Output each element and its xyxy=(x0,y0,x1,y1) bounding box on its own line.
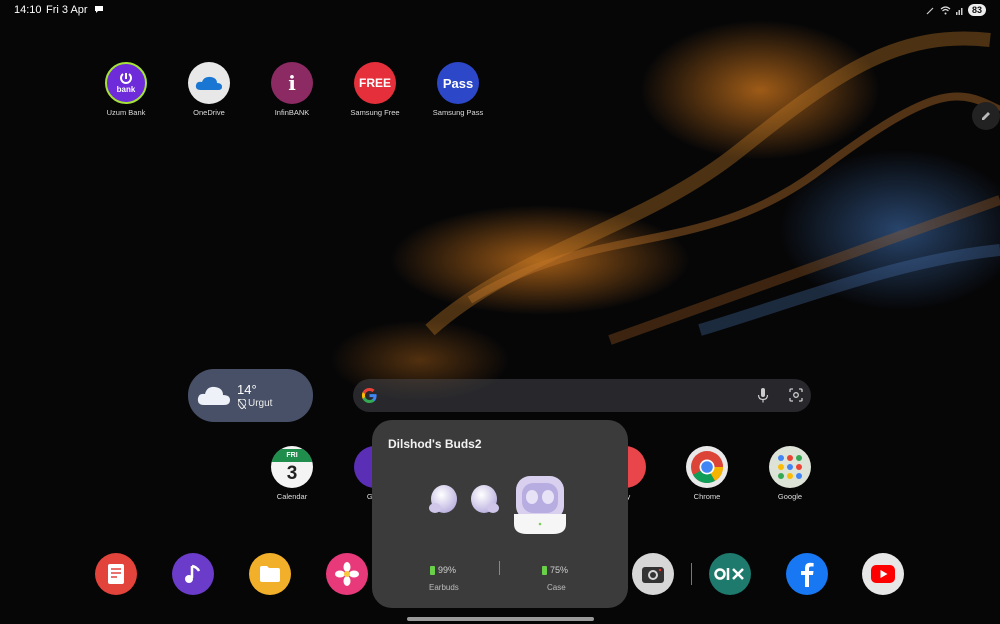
app-samsung-free[interactable]: FREE Samsung Free xyxy=(335,62,415,117)
google-folder-icon xyxy=(769,446,811,488)
onedrive-icon xyxy=(188,62,230,104)
app-chrome[interactable]: Chrome xyxy=(667,446,747,501)
cloud-icon xyxy=(197,386,230,405)
app-label: Samsung Pass xyxy=(432,108,484,117)
app-calendar[interactable]: FRI 3 Calendar xyxy=(252,446,332,501)
camera-icon xyxy=(642,567,664,583)
app-label: Google xyxy=(777,492,803,501)
battery-icon xyxy=(542,565,547,575)
uzum-bank-icon: bank xyxy=(105,62,147,104)
signal-icon xyxy=(955,7,963,15)
google-search-bar[interactable] xyxy=(353,379,811,412)
dock-gallery[interactable] xyxy=(326,553,368,595)
case-battery: 75% xyxy=(542,565,568,575)
app-label: Uzum Bank xyxy=(106,108,146,117)
app-label: Chrome xyxy=(693,492,721,501)
clock: 14:10 xyxy=(14,4,42,16)
samsung-free-icon: FREE xyxy=(354,62,396,104)
app-onedrive[interactable]: OneDrive xyxy=(169,62,249,117)
lens-icon[interactable] xyxy=(789,388,803,402)
app-samsung-pass[interactable]: Pass Samsung Pass xyxy=(418,62,498,117)
dock-notes[interactable] xyxy=(95,553,137,595)
youtube-icon xyxy=(871,565,895,583)
dock-my-files[interactable] xyxy=(249,553,291,595)
location-off-icon xyxy=(238,399,246,409)
status-bar: 14:10 Fri 3 Apr 83 xyxy=(0,0,1000,22)
popup-title: Dilshod's Buds2 xyxy=(388,437,482,451)
app-infinbank[interactable]: i InfinBANK xyxy=(252,62,332,117)
earbuds-battery: 99% xyxy=(430,565,456,575)
popup-divider xyxy=(499,561,500,575)
notes-icon xyxy=(108,564,124,584)
dock-olx[interactable] xyxy=(709,553,751,595)
dock-youtube[interactable] xyxy=(862,553,904,595)
pen-icon xyxy=(926,7,934,14)
facebook-icon xyxy=(801,562,814,587)
pencil-icon xyxy=(982,112,990,120)
buds-battery-popup[interactable]: Dilshod's Buds2 99% Earbuds 75% Case xyxy=(372,420,628,608)
samsung-pass-icon: Pass xyxy=(437,62,479,104)
app-google-folder[interactable]: Google xyxy=(750,446,830,501)
weather-widget[interactable]: 14° Urgut xyxy=(188,369,313,422)
app-label: OneDrive xyxy=(193,108,225,117)
app-label: Samsung Free xyxy=(350,108,400,117)
earbuds-label: Earbuds xyxy=(429,583,459,592)
google-g-icon xyxy=(361,387,377,404)
chrome-icon xyxy=(686,446,728,488)
olx-icon xyxy=(714,568,744,580)
app-label: InfinBANK xyxy=(274,108,310,117)
charging-case-image xyxy=(514,476,566,534)
battery-indicator: 83 xyxy=(967,4,986,16)
dock-music[interactable] xyxy=(172,553,214,595)
date: Fri 3 Apr xyxy=(46,4,88,16)
earbuds-image xyxy=(429,485,499,513)
dock-camera[interactable] xyxy=(632,553,674,595)
home-indicator[interactable] xyxy=(407,617,594,621)
infinbank-icon: i xyxy=(271,62,313,104)
weather-temperature: 14° xyxy=(237,382,257,397)
gallery-icon xyxy=(335,562,359,586)
wifi-icon xyxy=(940,5,951,14)
chat-notification-icon xyxy=(95,6,103,13)
dock-divider xyxy=(691,563,692,585)
my-files-icon xyxy=(260,566,280,582)
case-label: Case xyxy=(547,583,566,592)
app-uzum-bank[interactable]: bank Uzum Bank xyxy=(86,62,166,117)
battery-icon xyxy=(430,565,435,575)
weather-location: Urgut xyxy=(248,398,273,409)
calendar-icon: FRI 3 xyxy=(271,446,313,488)
edit-panel-handle[interactable] xyxy=(972,102,1000,130)
status-icons: 83 xyxy=(926,4,986,16)
microphone-icon[interactable] xyxy=(757,388,769,403)
music-icon xyxy=(185,564,201,583)
dock-facebook[interactable] xyxy=(786,553,828,595)
app-label: Calendar xyxy=(276,492,308,501)
